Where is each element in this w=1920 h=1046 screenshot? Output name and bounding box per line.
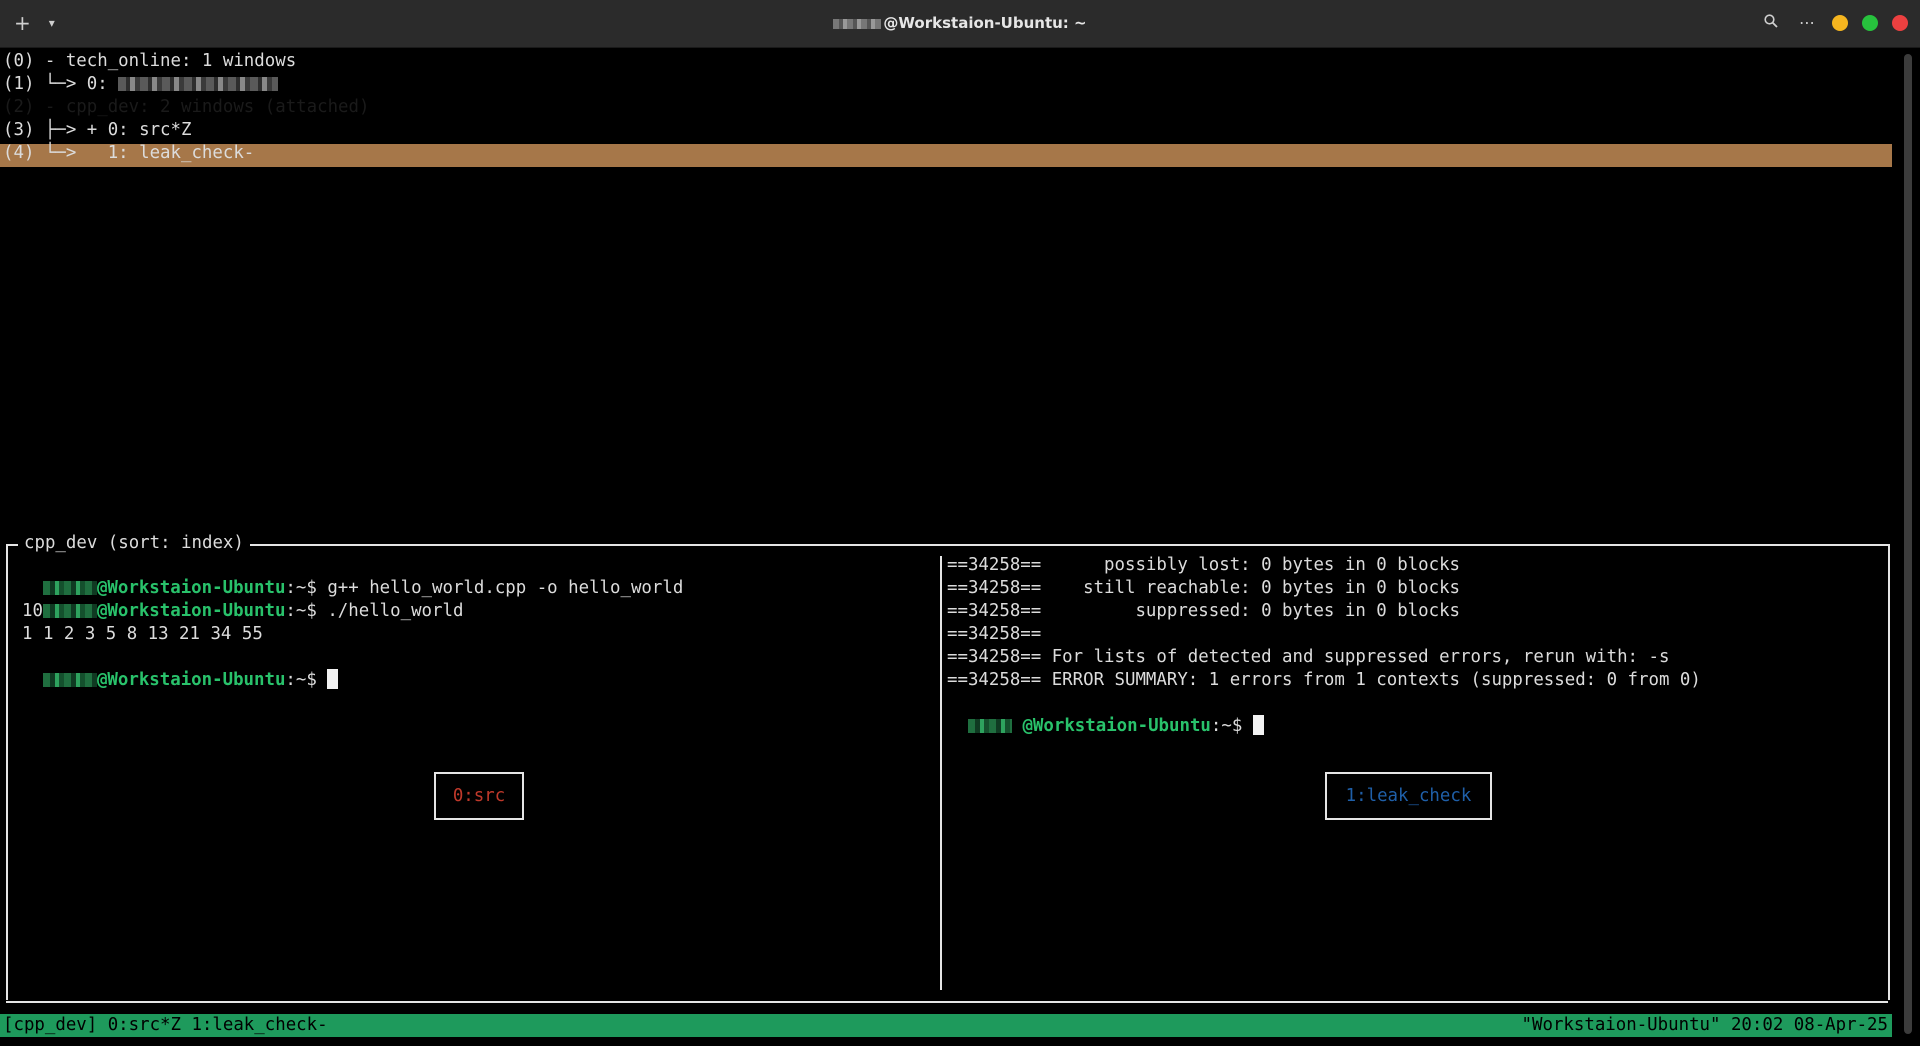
tree-line-4[interactable]: (4) └─> 1: leak_check- <box>3 142 254 165</box>
tree-line-1[interactable]: (1) └─> 0: <box>3 73 279 96</box>
prompt-suffix: :~$ <box>285 601 328 621</box>
window-title: @Workstaion-Ubuntu: ~ <box>0 14 1920 32</box>
selected-session-highlight <box>0 144 1892 167</box>
command-text: ./hello_world <box>327 601 464 621</box>
left-pane-line-2: @Workstaion-Ubuntu:~$ ./hello_world <box>22 577 463 621</box>
terminal-cursor <box>327 669 339 689</box>
prompt-host: @Workstaion-Ubuntu <box>96 670 286 690</box>
titlebar-right-controls: ⋯ <box>1760 13 1908 32</box>
status-host-time: "Workstaion-Ubuntu" 20:02 08-Apr-25 <box>1521 1015 1888 1035</box>
window-label-src[interactable]: 0:src <box>434 772 524 820</box>
terminal-cursor <box>1252 715 1264 735</box>
close-button[interactable] <box>1892 14 1908 31</box>
left-pane-output-1: 10 <box>22 601 43 621</box>
prompt-suffix: :~$ <box>285 670 328 690</box>
more-icon[interactable]: ⋯ <box>1796 13 1818 32</box>
pane-divider[interactable] <box>940 556 942 990</box>
tree-line-0[interactable]: (0) - tech_online: 1 windows <box>3 50 296 73</box>
right-pane-prompt[interactable]: @Workstaion-Ubuntu:~$ <box>947 692 1264 736</box>
right-pane-line-2: ==34258== still reachable: 0 bytes in 0 … <box>947 578 1461 598</box>
redacted-user <box>967 719 1012 733</box>
redacted-window-name <box>118 77 279 91</box>
window-titlebar: + ▾ @Workstaion-Ubuntu: ~ ⋯ <box>0 0 1920 48</box>
redacted-user <box>42 673 97 687</box>
right-pane-line-6: ==34258== ERROR SUMMARY: 1 errors from 1… <box>947 670 1701 690</box>
tree-line-3[interactable]: (3) ├─> + 0: src*Z <box>3 119 191 142</box>
tree-line-1-text: (1) └─> 0: <box>3 74 119 94</box>
terminal-scrollbar[interactable] <box>1904 54 1912 1034</box>
minimize-button[interactable] <box>1832 14 1848 31</box>
tree-line-2[interactable]: (2) - cpp_dev: 2 windows (attached) <box>3 96 369 119</box>
tmux-status-bar: [cpp_dev] 0:src*Z 1:leak_check- "Worksta… <box>0 1014 1892 1037</box>
left-pane-output-2: 1 1 2 3 5 8 13 21 34 55 <box>22 624 263 644</box>
left-pane-line-1: @Workstaion-Ubuntu:~$ g++ hello_world.cp… <box>22 554 683 598</box>
status-window-list[interactable]: [cpp_dev] 0:src*Z 1:leak_check- <box>3 1014 328 1037</box>
right-pane-line-3: ==34258== suppressed: 0 bytes in 0 block… <box>947 601 1461 621</box>
prompt-suffix: :~$ <box>1210 716 1253 736</box>
redacted-username <box>833 18 882 29</box>
prompt-host: @Workstaion-Ubuntu <box>1022 716 1211 736</box>
maximize-button[interactable] <box>1862 14 1878 31</box>
window-label-leak-check[interactable]: 1:leak_check <box>1325 772 1492 820</box>
right-pane-line-1: ==34258== possibly lost: 0 bytes in 0 bl… <box>947 555 1461 575</box>
right-pane-line-5: ==34258== For lists of detected and supp… <box>947 647 1670 667</box>
window-title-text: @Workstaion-Ubuntu: ~ <box>883 14 1087 32</box>
prompt-host: @Workstaion-Ubuntu <box>96 601 286 621</box>
redacted-user <box>42 604 97 618</box>
right-pane-line-4: ==34258== <box>947 624 1042 644</box>
search-icon[interactable] <box>1760 13 1782 32</box>
left-pane-prompt[interactable]: @Workstaion-Ubuntu:~$ <box>22 646 339 690</box>
preview-title: cpp_dev (sort: index) <box>18 532 250 555</box>
preview-border-bottom <box>6 1001 1888 1003</box>
